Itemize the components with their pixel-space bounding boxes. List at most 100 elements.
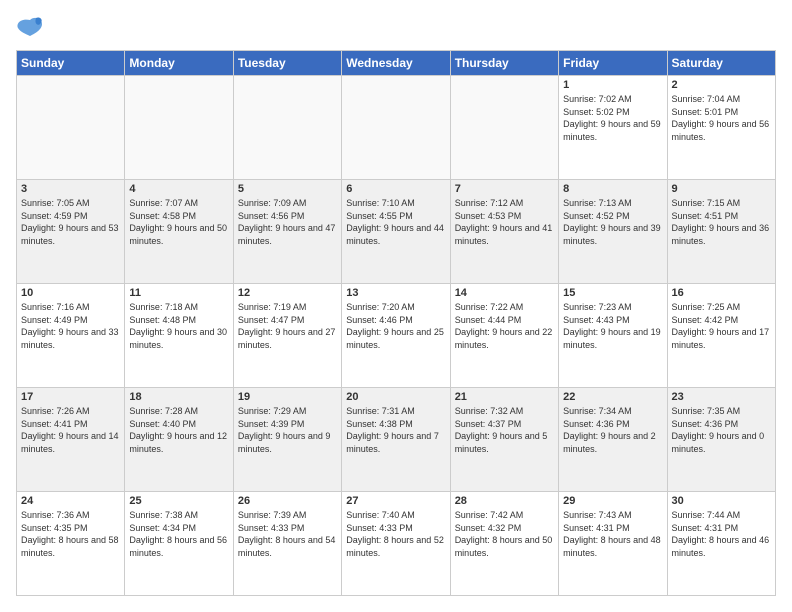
- weekday-header-monday: Monday: [125, 51, 233, 76]
- day-info: Sunrise: 7:23 AM Sunset: 4:43 PM Dayligh…: [563, 301, 662, 351]
- day-number: 16: [672, 287, 771, 299]
- day-info: Sunrise: 7:36 AM Sunset: 4:35 PM Dayligh…: [21, 509, 120, 559]
- calendar-cell: 4 Sunrise: 7:07 AM Sunset: 4:58 PM Daylig…: [125, 180, 233, 284]
- day-number: 10: [21, 287, 120, 299]
- day-number: 23: [672, 391, 771, 403]
- day-number: 13: [346, 287, 445, 299]
- calendar-week-row: 1 Sunrise: 7:02 AM Sunset: 5:02 PM Daylig…: [17, 76, 776, 180]
- day-info: Sunrise: 7:34 AM Sunset: 4:36 PM Dayligh…: [563, 405, 662, 455]
- day-number: 11: [129, 287, 228, 299]
- weekday-header-saturday: Saturday: [667, 51, 775, 76]
- day-info: Sunrise: 7:15 AM Sunset: 4:51 PM Dayligh…: [672, 197, 771, 247]
- calendar-cell: 26 Sunrise: 7:39 AM Sunset: 4:33 PM Dayli…: [233, 492, 341, 596]
- day-number: 30: [672, 495, 771, 507]
- day-info: Sunrise: 7:20 AM Sunset: 4:46 PM Dayligh…: [346, 301, 445, 351]
- day-number: 4: [129, 183, 228, 195]
- day-number: 7: [455, 183, 554, 195]
- calendar-cell: 23Sunrise: 7:35 AM Sunset: 4:36 PM Dayli…: [667, 388, 775, 492]
- calendar-cell: 6 Sunrise: 7:10 AM Sunset: 4:55 PM Daylig…: [342, 180, 450, 284]
- day-number: 9: [672, 183, 771, 195]
- day-info: Sunrise: 7:16 AM Sunset: 4:49 PM Dayligh…: [21, 301, 120, 351]
- calendar-cell: 2 Sunrise: 7:04 AM Sunset: 5:01 PM Daylig…: [667, 76, 775, 180]
- day-info: Sunrise: 7:09 AM Sunset: 4:56 PM Dayligh…: [238, 197, 337, 247]
- calendar-cell: 13 Sunrise: 7:20 AM Sunset: 4:46 PM Dayli…: [342, 284, 450, 388]
- calendar-cell: 17Sunrise: 7:26 AM Sunset: 4:41 PM Dayli…: [17, 388, 125, 492]
- weekday-header-wednesday: Wednesday: [342, 51, 450, 76]
- day-info: Sunrise: 7:10 AM Sunset: 4:55 PM Dayligh…: [346, 197, 445, 247]
- day-info: Sunrise: 7:07 AM Sunset: 4:58 PM Dayligh…: [129, 197, 228, 247]
- calendar-cell: 9 Sunrise: 7:15 AM Sunset: 4:51 PM Daylig…: [667, 180, 775, 284]
- calendar-cell: [450, 76, 558, 180]
- day-number: 28: [455, 495, 554, 507]
- day-info: Sunrise: 7:38 AM Sunset: 4:34 PM Dayligh…: [129, 509, 228, 559]
- calendar-cell: 30 Sunrise: 7:44 AM Sunset: 4:31 PM Dayli…: [667, 492, 775, 596]
- day-number: 25: [129, 495, 228, 507]
- day-info: Sunrise: 7:29 AM Sunset: 4:39 PM Dayligh…: [238, 405, 337, 455]
- calendar-cell: 19 Sunrise: 7:29 AM Sunset: 4:39 PM Dayli…: [233, 388, 341, 492]
- day-info: Sunrise: 7:43 AM Sunset: 4:31 PM Dayligh…: [563, 509, 662, 559]
- day-info: Sunrise: 7:12 AM Sunset: 4:53 PM Dayligh…: [455, 197, 554, 247]
- calendar-cell: 7 Sunrise: 7:12 AM Sunset: 4:53 PM Daylig…: [450, 180, 558, 284]
- day-number: 1: [563, 79, 662, 91]
- day-info: Sunrise: 7:04 AM Sunset: 5:01 PM Dayligh…: [672, 93, 771, 143]
- calendar-week-row: 24 Sunrise: 7:36 AM Sunset: 4:35 PM Dayli…: [17, 492, 776, 596]
- calendar-cell: 25 Sunrise: 7:38 AM Sunset: 4:34 PM Dayli…: [125, 492, 233, 596]
- day-info: Sunrise: 7:25 AM Sunset: 4:42 PM Dayligh…: [672, 301, 771, 351]
- day-number: 26: [238, 495, 337, 507]
- day-number: 27: [346, 495, 445, 507]
- calendar-cell: 24 Sunrise: 7:36 AM Sunset: 4:35 PM Dayli…: [17, 492, 125, 596]
- day-info: Sunrise: 7:19 AM Sunset: 4:47 PM Dayligh…: [238, 301, 337, 351]
- calendar-cell: 28 Sunrise: 7:42 AM Sunset: 4:32 PM Dayli…: [450, 492, 558, 596]
- day-info: Sunrise: 7:42 AM Sunset: 4:32 PM Dayligh…: [455, 509, 554, 559]
- day-info: Sunrise: 7:13 AM Sunset: 4:52 PM Dayligh…: [563, 197, 662, 247]
- day-number: 3: [21, 183, 120, 195]
- calendar-cell: [125, 76, 233, 180]
- day-info: Sunrise: 7:40 AM Sunset: 4:33 PM Dayligh…: [346, 509, 445, 559]
- day-number: 8: [563, 183, 662, 195]
- day-info: Sunrise: 7:31 AM Sunset: 4:38 PM Dayligh…: [346, 405, 445, 455]
- day-number: 24: [21, 495, 120, 507]
- calendar-cell: 29 Sunrise: 7:43 AM Sunset: 4:31 PM Dayli…: [559, 492, 667, 596]
- day-number: 12: [238, 287, 337, 299]
- calendar-cell: 12 Sunrise: 7:19 AM Sunset: 4:47 PM Dayli…: [233, 284, 341, 388]
- day-number: 5: [238, 183, 337, 195]
- weekday-header-tuesday: Tuesday: [233, 51, 341, 76]
- logo-bird-icon: [16, 16, 44, 40]
- calendar-week-row: 3 Sunrise: 7:05 AM Sunset: 4:59 PM Daylig…: [17, 180, 776, 284]
- calendar-cell: 21Sunrise: 7:32 AM Sunset: 4:37 PM Dayli…: [450, 388, 558, 492]
- calendar-cell: 20Sunrise: 7:31 AM Sunset: 4:38 PM Dayli…: [342, 388, 450, 492]
- calendar-header-row: SundayMondayTuesdayWednesdayThursdayFrid…: [17, 51, 776, 76]
- weekday-header-sunday: Sunday: [17, 51, 125, 76]
- calendar-cell: 16 Sunrise: 7:25 AM Sunset: 4:42 PM Dayli…: [667, 284, 775, 388]
- day-number: 14: [455, 287, 554, 299]
- day-info: Sunrise: 7:44 AM Sunset: 4:31 PM Dayligh…: [672, 509, 771, 559]
- weekday-header-friday: Friday: [559, 51, 667, 76]
- day-number: 6: [346, 183, 445, 195]
- calendar-cell: 27 Sunrise: 7:40 AM Sunset: 4:33 PM Dayli…: [342, 492, 450, 596]
- calendar-cell: 3 Sunrise: 7:05 AM Sunset: 4:59 PM Daylig…: [17, 180, 125, 284]
- calendar-cell: 11 Sunrise: 7:18 AM Sunset: 4:48 PM Dayli…: [125, 284, 233, 388]
- day-info: Sunrise: 7:18 AM Sunset: 4:48 PM Dayligh…: [129, 301, 228, 351]
- day-info: Sunrise: 7:32 AM Sunset: 4:37 PM Dayligh…: [455, 405, 554, 455]
- calendar-cell: 8 Sunrise: 7:13 AM Sunset: 4:52 PM Daylig…: [559, 180, 667, 284]
- calendar-cell: 1 Sunrise: 7:02 AM Sunset: 5:02 PM Daylig…: [559, 76, 667, 180]
- day-number: 2: [672, 79, 771, 91]
- calendar-table: SundayMondayTuesdayWednesdayThursdayFrid…: [16, 50, 776, 596]
- day-info: Sunrise: 7:05 AM Sunset: 4:59 PM Dayligh…: [21, 197, 120, 247]
- page: SundayMondayTuesdayWednesdayThursdayFrid…: [0, 0, 792, 612]
- day-number: 15: [563, 287, 662, 299]
- calendar-cell: 15 Sunrise: 7:23 AM Sunset: 4:43 PM Dayli…: [559, 284, 667, 388]
- day-info: Sunrise: 7:39 AM Sunset: 4:33 PM Dayligh…: [238, 509, 337, 559]
- day-info: Sunrise: 7:02 AM Sunset: 5:02 PM Dayligh…: [563, 93, 662, 143]
- calendar-cell: [17, 76, 125, 180]
- calendar-cell: 5 Sunrise: 7:09 AM Sunset: 4:56 PM Daylig…: [233, 180, 341, 284]
- calendar-week-row: 10 Sunrise: 7:16 AM Sunset: 4:49 PM Dayli…: [17, 284, 776, 388]
- day-number: 29: [563, 495, 662, 507]
- day-number: 19: [238, 391, 337, 403]
- calendar-week-row: 17Sunrise: 7:26 AM Sunset: 4:41 PM Dayli…: [17, 388, 776, 492]
- header: [16, 16, 776, 40]
- calendar-cell: 10 Sunrise: 7:16 AM Sunset: 4:49 PM Dayli…: [17, 284, 125, 388]
- logo: [16, 16, 48, 40]
- calendar-cell: 18Sunrise: 7:28 AM Sunset: 4:40 PM Dayli…: [125, 388, 233, 492]
- day-number: 22: [563, 391, 662, 403]
